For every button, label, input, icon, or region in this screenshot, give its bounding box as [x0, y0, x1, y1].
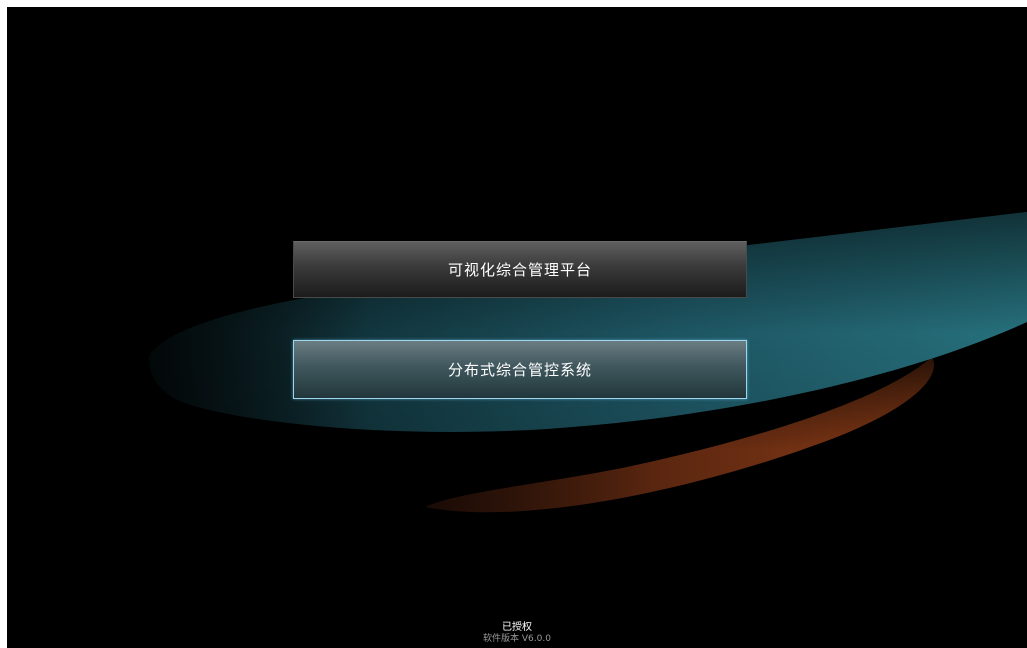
license-status: 已授权 [502, 622, 532, 633]
launcher-screen: 可视化综合管理平台 分布式综合管控系统 已授权 软件版本 V6.0.0 [7, 7, 1027, 648]
background-artwork [148, 212, 1027, 513]
visual-management-platform-button[interactable]: 可视化综合管理平台 [293, 241, 747, 298]
footer: 已授权 软件版本 V6.0.0 [7, 622, 1027, 645]
software-version: 软件版本 V6.0.0 [483, 634, 551, 644]
distributed-control-system-button[interactable]: 分布式综合管控系统 [293, 340, 747, 399]
